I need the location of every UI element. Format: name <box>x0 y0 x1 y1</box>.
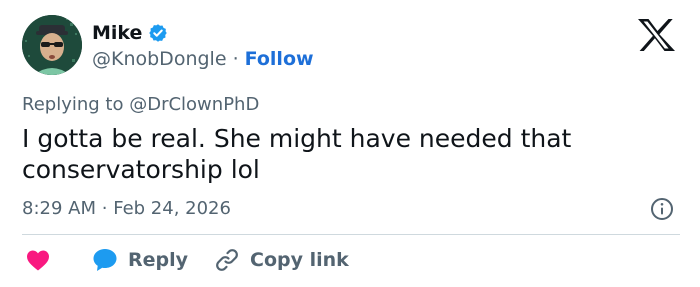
like-button[interactable] <box>26 245 50 275</box>
replying-to: Replying to @DrClownPhD <box>22 93 259 117</box>
copy-link-button[interactable]: Copy link <box>214 245 349 275</box>
tweet-text: I gotta be real. She might have needed t… <box>22 124 572 184</box>
tweet-time: 8:29 AM <box>22 198 96 219</box>
reply-label: Reply <box>128 249 189 271</box>
speech-bubble-icon <box>93 249 117 271</box>
avatar-image <box>22 15 82 75</box>
user-handle[interactable]: @KnobDongle <box>92 48 227 70</box>
replying-handle[interactable]: @DrClownPhD <box>129 94 259 115</box>
follow-button[interactable]: Follow <box>245 48 314 70</box>
link-icon <box>216 249 238 271</box>
divider <box>22 234 680 235</box>
tweet-date: Feb 24, 2026 <box>113 198 231 219</box>
user-name-row: Mike <box>92 18 168 48</box>
verified-badge-icon <box>149 24 168 42</box>
user-name[interactable]: Mike <box>92 21 142 45</box>
avatar[interactable] <box>22 15 82 75</box>
handle-separator: · <box>232 48 239 70</box>
replying-prefix: Replying to <box>22 94 124 115</box>
x-logo-icon[interactable] <box>636 18 676 52</box>
handle-row: @KnobDongle · Follow <box>92 47 314 71</box>
info-icon[interactable] <box>650 197 674 221</box>
copy-link-label: Copy link <box>250 249 349 271</box>
tweet-timestamp[interactable]: 8:29 AM · Feb 24, 2026 <box>22 197 231 221</box>
heart-icon <box>27 250 49 271</box>
timestamp-separator: · <box>101 198 108 219</box>
reply-button[interactable]: Reply <box>92 245 188 275</box>
